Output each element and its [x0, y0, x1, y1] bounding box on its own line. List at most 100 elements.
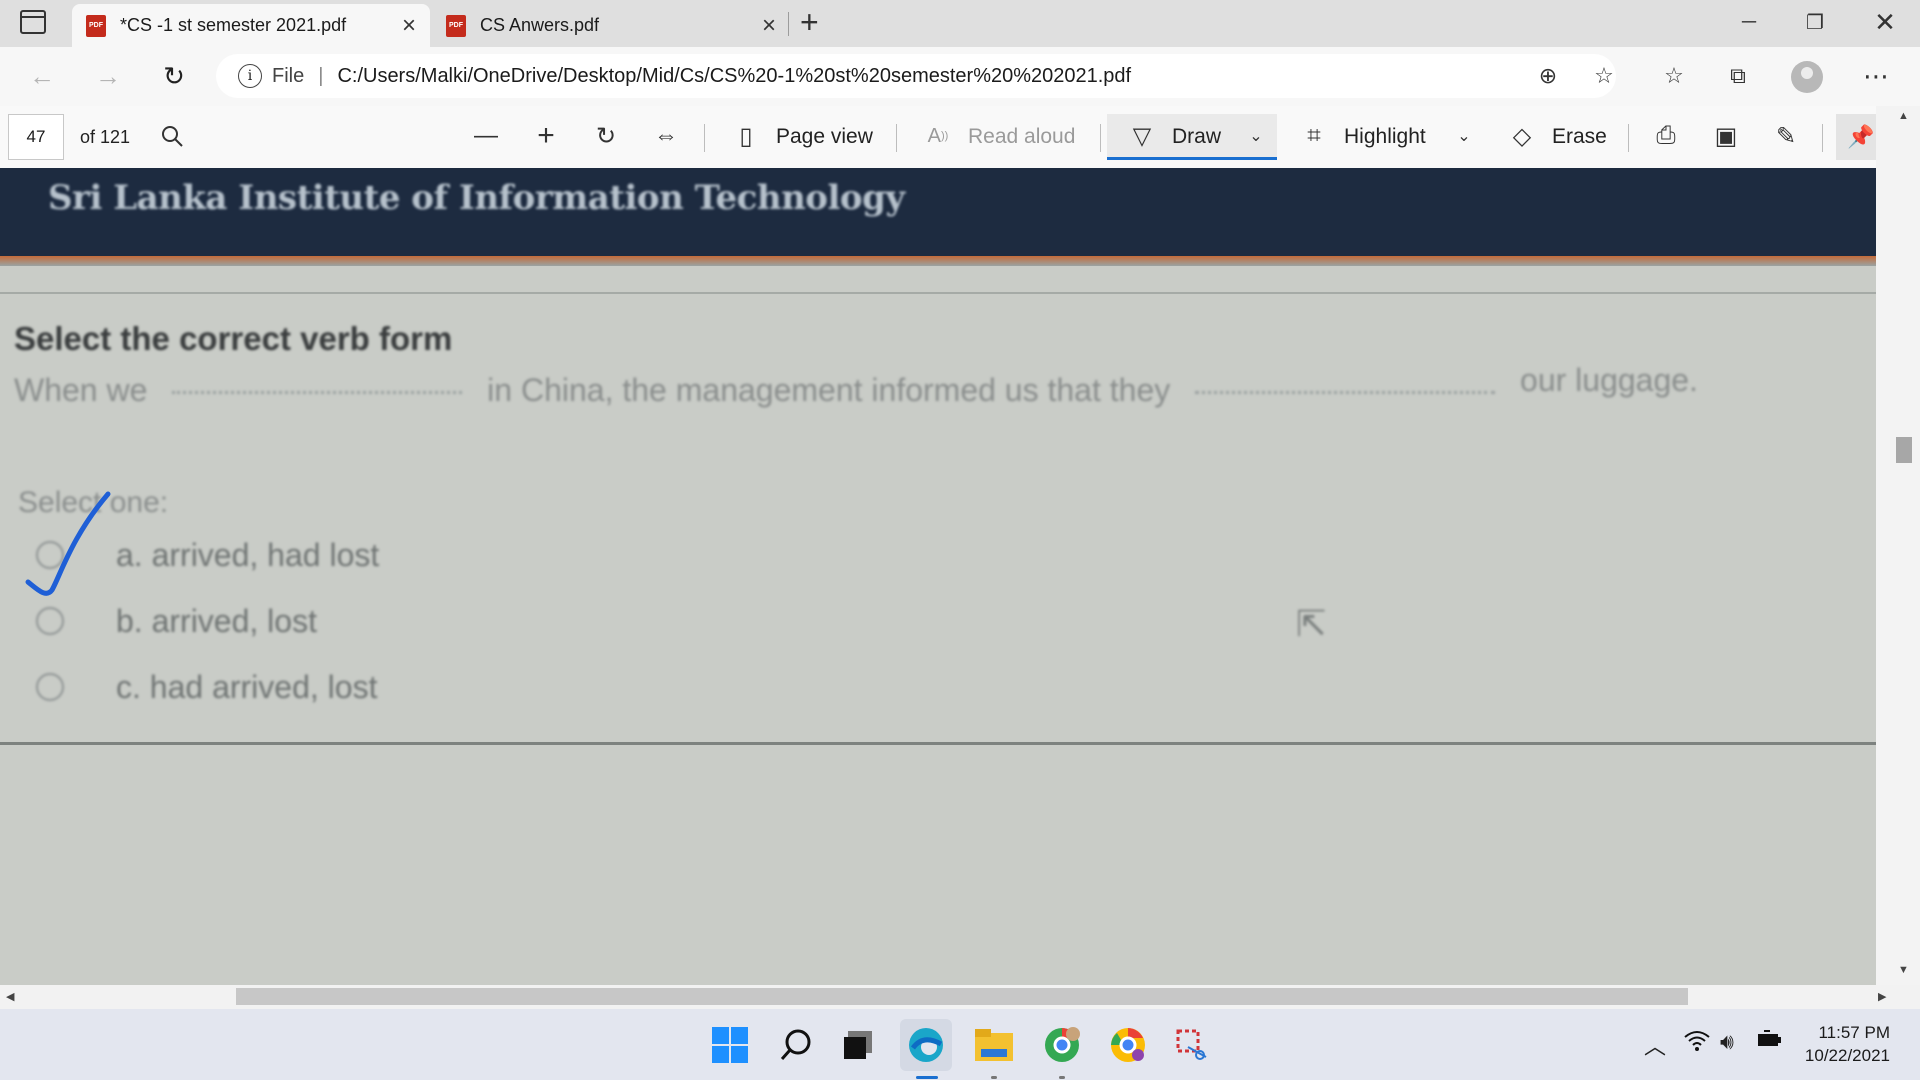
scroll-right-icon[interactable]: ▶ [1878, 990, 1886, 1003]
close-window-button[interactable]: ✕ [1852, 0, 1918, 44]
horizontal-scrollbar[interactable]: ◀ ▶ [0, 985, 1920, 1009]
close-tab-icon[interactable]: × [402, 12, 416, 40]
more-icon[interactable]: ⋯ [1854, 55, 1898, 97]
divider-line [0, 292, 1876, 294]
favorites-icon[interactable]: ☆ [1652, 55, 1696, 97]
question-sentence: When we in China, the management informe… [14, 362, 1854, 409]
radio-button[interactable] [36, 673, 64, 701]
system-clock[interactable]: 11:57 PM 10/22/2021 [1805, 1021, 1890, 1067]
draw-icon: ▽ [1132, 122, 1152, 150]
clock-date: 10/22/2021 [1804, 1046, 1890, 1065]
toolbar-divider [1100, 124, 1101, 152]
option-label: c. had arrived, lost [116, 668, 378, 705]
search-icon[interactable] [152, 116, 192, 156]
clock-time: 11:57 PM [1818, 1023, 1890, 1042]
taskbar: ︿ 🔊︎ 11:57 PM 10/22/2021 [0, 1009, 1920, 1080]
address-bar[interactable]: i File | C:/Users/Malki/OneDrive/Desktop… [216, 54, 1616, 98]
minimize-button[interactable]: ─ [1716, 0, 1782, 44]
page-total: of 121 [80, 126, 131, 147]
collections-icon[interactable]: ⧉ [1716, 55, 1760, 97]
highlight-button[interactable]: Highlight [1344, 106, 1426, 168]
pdf-toolbar: 47 of 121 — + ↻ ⇔ ▯ Page view A)) Read a… [0, 106, 1920, 169]
tab-cs-answers[interactable]: PDF CS Anwers.pdf × [432, 4, 790, 47]
mouse-cursor-icon: ⇱ [1296, 603, 1327, 644]
tab-title: *CS -1 st semester 2021.pdf [120, 15, 347, 35]
print-icon[interactable]: ⎙ [1646, 116, 1686, 156]
option-label: a. arrived, had lost [116, 536, 380, 573]
forward-button[interactable]: → [86, 55, 130, 97]
divider-line [0, 742, 1876, 745]
scroll-down-icon[interactable]: ▼ [1898, 964, 1909, 976]
battery-icon[interactable] [1756, 1029, 1782, 1055]
page-view-icon[interactable]: ▯ [726, 116, 766, 156]
tab-bar: PDF *CS -1 st semester 2021.pdf × PDF CS… [0, 0, 1920, 47]
edge-browser-icon[interactable] [900, 1019, 952, 1079]
erase-button[interactable]: Erase [1552, 106, 1607, 168]
toolbar-divider [1822, 124, 1823, 152]
toolbar-divider [896, 124, 897, 152]
chevron-down-icon[interactable]: ⌄ [1236, 116, 1276, 156]
zoom-in-icon[interactable]: + [526, 116, 566, 156]
horizontal-scroll-thumb[interactable] [236, 988, 1688, 1005]
address-row: ← → ↻ i File | C:/Users/Malki/OneDrive/D… [0, 47, 1920, 106]
blank-1 [172, 391, 463, 395]
question-title: Select the correct verb form [14, 320, 453, 357]
search-icon[interactable] [770, 1019, 822, 1071]
new-tab-button[interactable]: + [800, 4, 819, 41]
question-part-3: our luggage. [1520, 362, 1698, 398]
profile-avatar[interactable] [1791, 61, 1823, 93]
url-text[interactable]: C:/Users/Malki/OneDrive/Desktop/Mid/Cs/C… [337, 65, 1131, 88]
save-as-icon[interactable]: ✎ [1766, 116, 1806, 156]
chevron-up-icon[interactable]: ︿ [1644, 1029, 1666, 1061]
info-icon[interactable]: i [238, 64, 262, 88]
draw-label: Draw [1172, 125, 1222, 148]
scroll-left-icon[interactable]: ◀ [6, 990, 14, 1003]
restore-button[interactable]: ❐ [1782, 0, 1848, 44]
question-part-1: When we [14, 372, 148, 408]
option-label: b. arrived, lost [116, 602, 317, 639]
blank-2 [1195, 391, 1496, 395]
scroll-up-icon[interactable]: ▲ [1898, 110, 1909, 122]
tab-title: CS Anwers.pdf [480, 15, 600, 35]
refresh-button[interactable]: ↻ [152, 55, 196, 97]
address-separator: | [318, 64, 324, 87]
scheme-label: File [272, 64, 305, 87]
vertical-scrollbar[interactable]: ▲ ▼ [1876, 106, 1920, 985]
read-aloud-icon[interactable]: A)) [918, 116, 958, 156]
pdf-icon: PDF [446, 14, 466, 37]
institute-name: Sri Lanka Institute of Information Techn… [48, 178, 905, 218]
wifi-icon[interactable] [1684, 1029, 1710, 1057]
back-button[interactable]: ← [20, 55, 64, 97]
read-aloud-button[interactable]: Read aloud [968, 106, 1075, 168]
chrome-profile-icon[interactable] [1036, 1019, 1088, 1079]
start-icon[interactable] [704, 1019, 756, 1071]
close-tab-icon[interactable]: × [762, 12, 776, 40]
page-view-button[interactable]: Page view [776, 106, 873, 168]
ink-checkmark [25, 491, 111, 596]
save-icon[interactable]: ▣ [1706, 116, 1746, 156]
chrome-icon[interactable] [1102, 1019, 1154, 1071]
vertical-scroll-thumb[interactable] [1896, 437, 1912, 463]
highlight-icon[interactable]: ⌗ [1294, 116, 1334, 156]
eraser-icon[interactable]: ◇ [1502, 116, 1542, 156]
tab-cs-semester[interactable]: PDF *CS -1 st semester 2021.pdf × [72, 4, 430, 47]
page-number-input[interactable]: 47 [8, 114, 64, 160]
question-part-2: in China, the management informed us tha… [487, 372, 1171, 408]
task-view-icon[interactable] [832, 1019, 884, 1071]
toolbar-divider [1628, 124, 1629, 152]
snipping-tool-icon[interactable] [1166, 1019, 1218, 1071]
fit-width-icon[interactable]: ⇔ [646, 116, 686, 156]
tab-actions-icon[interactable] [20, 10, 46, 34]
add-favorite-icon[interactable]: ☆ [1582, 55, 1626, 97]
file-explorer-icon[interactable] [968, 1019, 1020, 1079]
radio-button[interactable] [36, 607, 64, 635]
pdf-page: Sri Lanka Institute of Information Techn… [0, 168, 1876, 985]
chevron-down-icon[interactable]: ⌄ [1444, 116, 1484, 156]
tab-divider [788, 12, 789, 36]
zoom-out-icon[interactable]: — [466, 116, 506, 156]
page-banner: Sri Lanka Institute of Information Techn… [0, 168, 1876, 266]
volume-icon[interactable]: 🔊︎ [1720, 1029, 1734, 1055]
zoom-icon[interactable]: ⊕ [1526, 55, 1570, 97]
rotate-icon[interactable]: ↻ [586, 116, 626, 156]
toolbar-divider [704, 124, 705, 152]
